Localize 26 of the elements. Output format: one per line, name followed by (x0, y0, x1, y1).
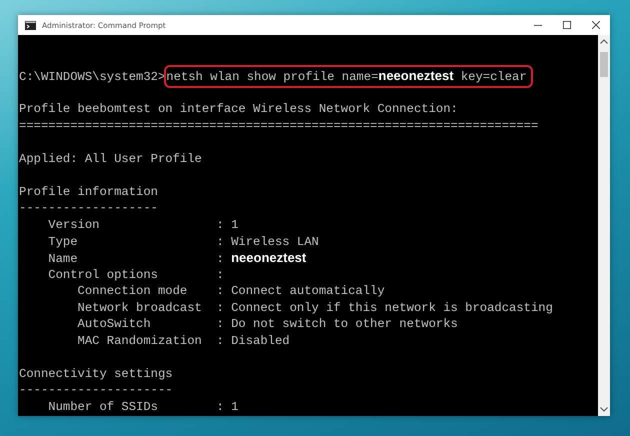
scrollbar[interactable] (598, 35, 610, 416)
console-line: ======================================================================= (19, 118, 538, 133)
console-line: Applied: All User Profile (19, 152, 202, 166)
scroll-up-icon[interactable] (600, 39, 608, 44)
console-line: Connection mode : Connect automatically (76, 284, 385, 298)
console-icon (25, 20, 36, 30)
command-text: netsh wlan show profile name=neeoneztest key=clear (164, 65, 533, 88)
close-icon (592, 21, 600, 29)
console-line: Connectivity settings (19, 366, 173, 381)
command-prompt: C:\WINDOWS\system32> (19, 70, 166, 84)
console-line: Number of SSIDs : 1 (47, 400, 238, 414)
console-line: Profile information (19, 184, 158, 199)
scrollbar-thumb[interactable] (600, 52, 608, 77)
console-line: Type : Wireless LAN (47, 234, 319, 249)
maximize-icon (562, 21, 570, 29)
console-line: Name : neeoneztest (47, 252, 306, 266)
console-line: MAC Randomization : Disabled (76, 334, 290, 348)
console-line: ------------------- (19, 201, 158, 216)
console-line: AutoSwitch : Do not switch to other networks (76, 317, 458, 332)
console-line: Version : 1 (47, 218, 238, 232)
close-button[interactable] (581, 15, 610, 35)
console-line: Profile beebomtest on interface Wireless Network Connection: (19, 102, 458, 116)
console-line: Control options : (47, 268, 224, 282)
console-line: Network broadcast : Connect only if this network is broadcasting (76, 300, 553, 315)
console-line: --------------------- (19, 383, 173, 398)
scroll-down-icon[interactable] (600, 407, 608, 412)
